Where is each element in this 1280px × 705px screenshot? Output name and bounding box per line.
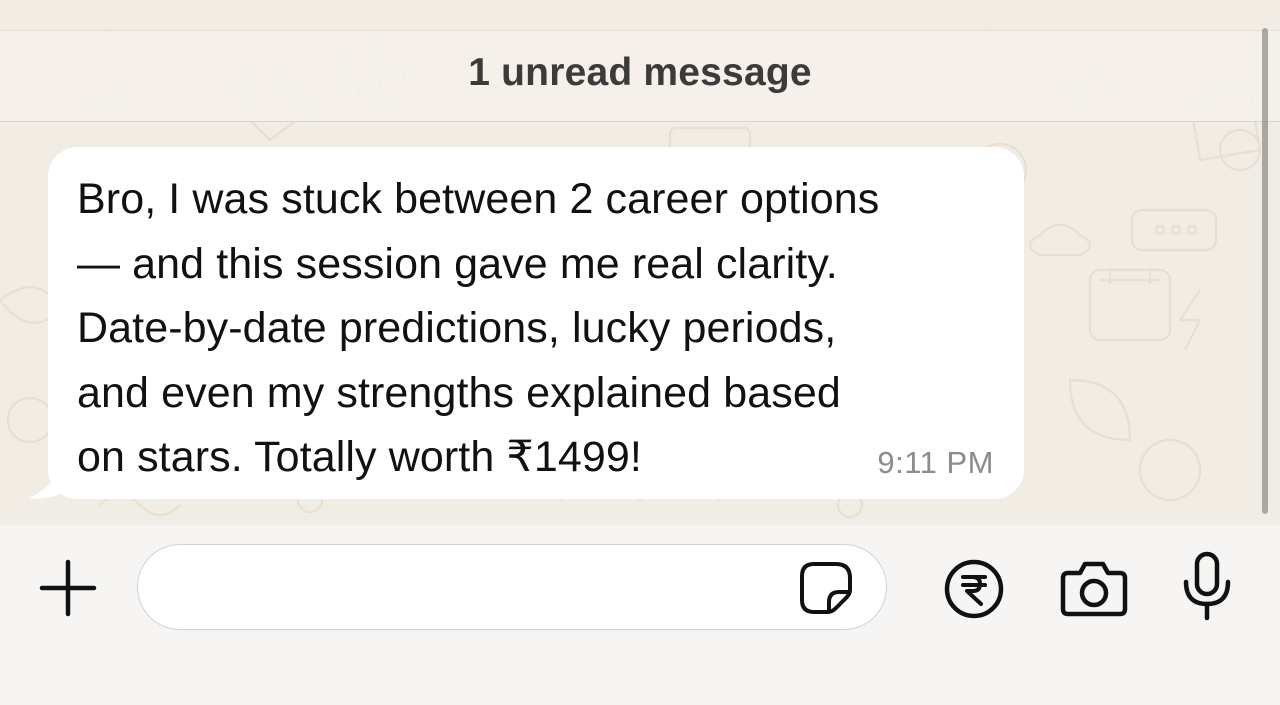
incoming-message-bubble[interactable]: Bro, I was stuck between 2 career option… [48, 147, 1024, 499]
sticker-icon [800, 562, 852, 614]
microphone-icon [1183, 551, 1231, 621]
message-input[interactable] [170, 559, 794, 617]
attach-button[interactable] [34, 554, 102, 622]
plus-icon [39, 559, 97, 617]
camera-button[interactable] [1056, 556, 1132, 622]
camera-icon [1060, 561, 1128, 617]
unread-messages-banner: 1 unread message [0, 30, 1280, 122]
message-text: Bro, I was stuck between 2 career option… [77, 175, 880, 481]
chat-screen: 1 unread message Bro, I was stuck betwee… [0, 0, 1280, 705]
rupee-icon [944, 559, 1004, 619]
message-input-field[interactable] [137, 544, 887, 630]
sticker-button[interactable] [796, 558, 856, 618]
unread-banner-label: 1 unread message [468, 51, 812, 94]
payment-button[interactable] [941, 556, 1007, 622]
message-timestamp: 9:11 PM [877, 445, 994, 480]
voice-message-button[interactable] [1174, 548, 1240, 624]
chat-scrollbar[interactable] [1262, 28, 1268, 514]
